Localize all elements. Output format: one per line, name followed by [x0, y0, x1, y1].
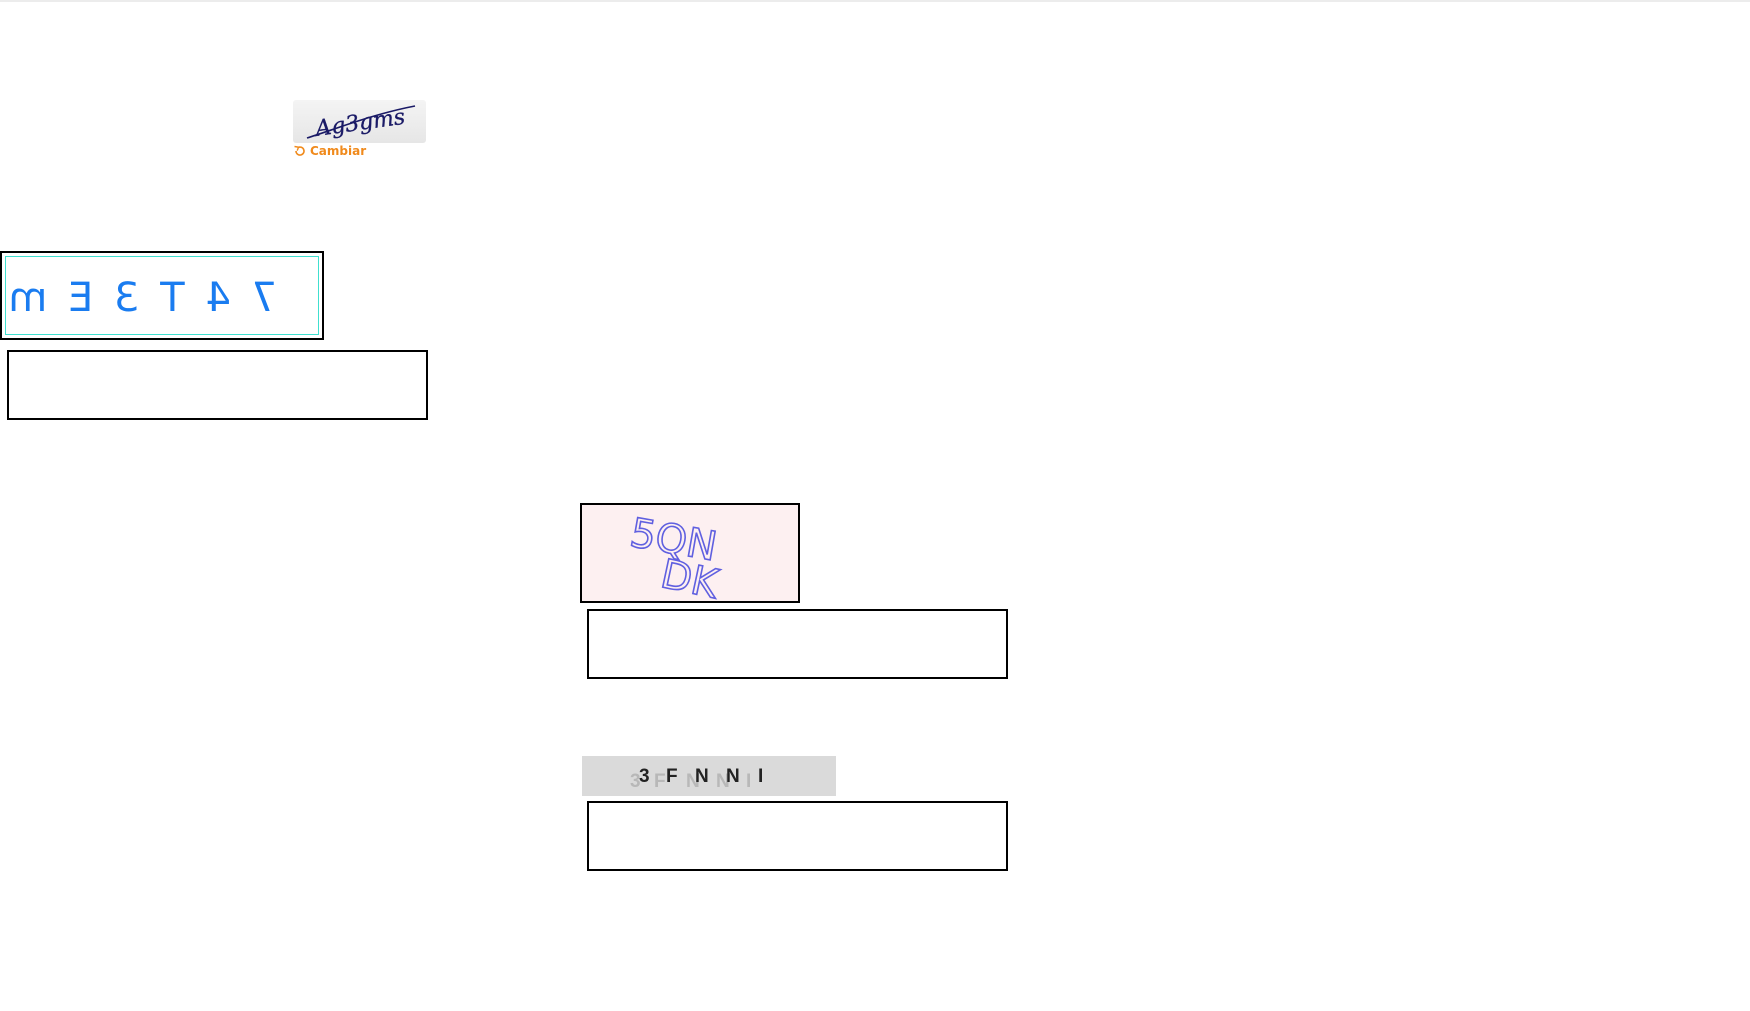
change-captcha-label: Cambiar — [310, 144, 367, 158]
captcha-3-answer-input[interactable] — [587, 801, 1008, 871]
captcha-image-2: 7 4 T 3 E m p — [0, 251, 324, 340]
captcha-1-answer-input[interactable] — [7, 350, 428, 420]
captcha-4-char: I — [758, 766, 763, 787]
change-captcha-button[interactable]: Cambiar — [293, 144, 366, 158]
captcha-2-text: 7 4 T 3 E m p — [2, 275, 277, 321]
captcha-4-char: N — [695, 766, 709, 787]
captcha-1-text: Ag3gms — [312, 105, 407, 143]
captcha-2-answer-input[interactable] — [587, 609, 1008, 679]
captcha-image-3: 5QN DK — [580, 503, 800, 609]
captcha-4-char: N — [726, 766, 740, 787]
captcha-4-char: 3 — [639, 766, 650, 787]
captcha-image-4: 3 F N N I 3 F N N I — [582, 756, 836, 796]
refresh-icon — [294, 145, 305, 156]
top-border — [0, 0, 1750, 2]
captcha-image-1: Ag3gms — [293, 100, 426, 143]
captcha-4-shadow-char: I — [746, 771, 751, 792]
captcha-4-char: F — [666, 766, 678, 787]
captcha-4-shadow-char: F — [654, 771, 666, 792]
